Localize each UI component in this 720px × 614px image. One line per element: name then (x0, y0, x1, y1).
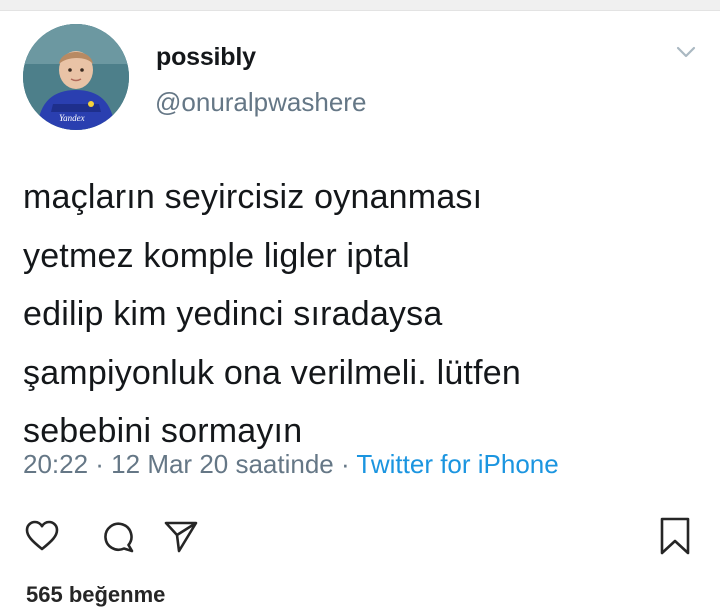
heart-icon[interactable] (24, 518, 60, 554)
tweet-text-line: edilip kim yedinci sıradaysa (23, 295, 443, 333)
share-icon[interactable] (163, 518, 199, 554)
tweet-text-line: yetmez komple ligler iptal (23, 236, 410, 275)
likes-count[interactable]: 565 beğenme (26, 582, 165, 608)
post-actions (0, 508, 720, 568)
tweet-timestamp[interactable]: 20:22 · 12 Mar 20 saatinde (23, 449, 334, 479)
tweet-text-line: şampiyonluk ona verilmeli. lütfen (23, 353, 521, 392)
display-name[interactable]: possibly (156, 43, 256, 72)
comment-icon[interactable] (100, 518, 136, 554)
tweet-text-line: maçların seyircisiz oynanması (23, 178, 483, 216)
tweet-card: Yandex possibly @onuralpwashere maçların… (0, 10, 720, 614)
bookmark-icon[interactable] (658, 516, 692, 556)
tweet-meta: 20:22 · 12 Mar 20 saatinde · Twitter for… (23, 449, 559, 480)
tweet-source-link[interactable]: Twitter for iPhone (356, 449, 558, 479)
avatar-image: Yandex (23, 24, 129, 130)
user-handle[interactable]: @onuralpwashere (155, 87, 366, 118)
meta-separator: · (333, 449, 357, 479)
chevron-down-icon[interactable] (672, 42, 700, 62)
tweet-text: maçların seyircisiz oynanması yetmez kom… (23, 168, 703, 461)
svg-text:Yandex: Yandex (59, 113, 85, 123)
avatar[interactable]: Yandex (23, 24, 129, 130)
